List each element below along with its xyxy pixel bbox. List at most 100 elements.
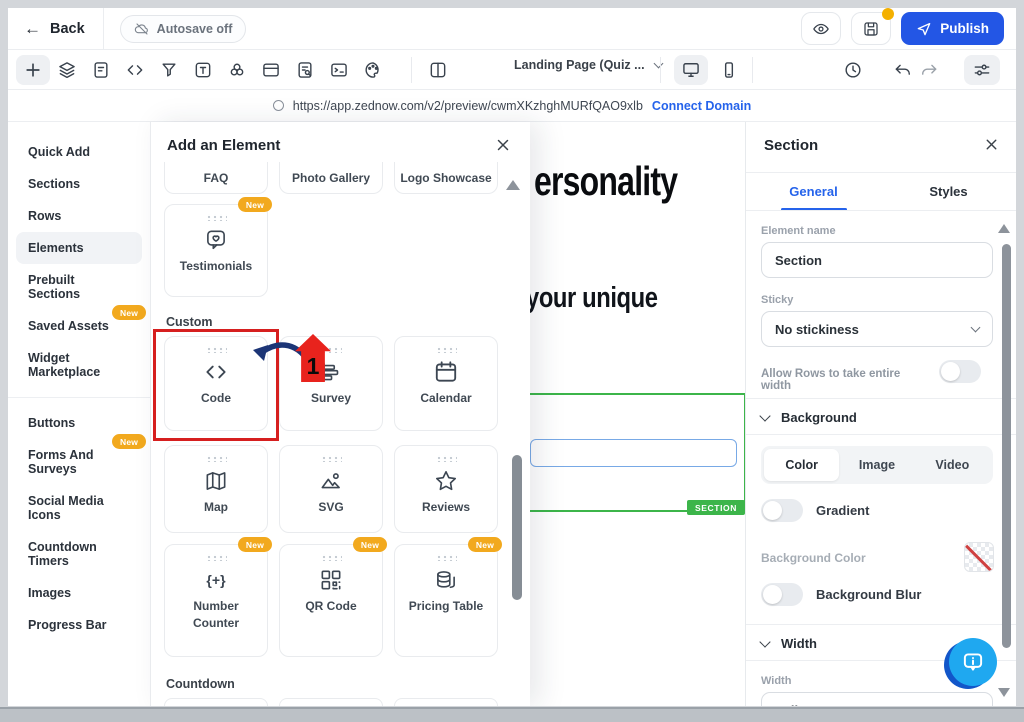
mobile-icon[interactable] (712, 55, 746, 85)
history-icon[interactable] (836, 55, 870, 85)
preview-button[interactable] (801, 12, 841, 45)
back-arrow-icon: ← (24, 19, 41, 39)
sidebar-item-label: Progress Bar (28, 618, 107, 632)
tab-general[interactable]: General (746, 176, 881, 210)
code-icon[interactable] (118, 55, 152, 85)
scroll-up-arrow[interactable] (998, 224, 1010, 233)
sidebar-item-rows[interactable]: Rows (16, 200, 142, 232)
background-tab-video[interactable]: Video (915, 449, 990, 481)
element-card-logo-showcase[interactable]: Logo Showcase (394, 162, 498, 194)
element-card-svg[interactable]: SVG (279, 445, 383, 533)
custom-section-label: Custom (166, 315, 213, 329)
sidebar-item-widget-marketplace[interactable]: Widget Marketplace (16, 342, 142, 388)
redo-icon[interactable] (912, 55, 946, 85)
publish-button[interactable]: Publish (901, 12, 1004, 45)
sidebar-item-progress-bar[interactable]: Progress Bar (16, 609, 142, 641)
close-icon[interactable] (494, 136, 512, 154)
card-icon[interactable] (254, 55, 288, 85)
width-section-header[interactable]: Width (761, 636, 817, 651)
chevron-down-icon (971, 323, 981, 333)
save-button[interactable] (851, 12, 891, 45)
sidebar-item-countdown-timers[interactable]: Countdown Timers (16, 531, 142, 577)
background-color-swatch[interactable] (964, 542, 994, 572)
page-selector-dropdown[interactable]: Landing Page (Quiz ... (514, 58, 664, 72)
new-badge: New (238, 537, 272, 552)
tab-styles[interactable]: Styles (881, 176, 1016, 210)
canvas-input-field[interactable] (530, 439, 737, 467)
width-select[interactable]: Full (761, 692, 993, 706)
element-card-qr-code[interactable]: QR CodeNew (279, 544, 383, 657)
drag-dots-icon (320, 554, 342, 561)
code-icon (203, 359, 229, 385)
element-card-survey[interactable]: Survey (279, 336, 383, 431)
page-canvas[interactable]: ersonality your unique SECTION (530, 122, 745, 706)
text-icon[interactable] (186, 55, 220, 85)
form-search-icon[interactable] (288, 55, 322, 85)
terminal-icon[interactable] (322, 55, 356, 85)
element-card-code[interactable]: Code (164, 336, 268, 431)
editor-toolbar: Landing Page (Quiz ... (8, 50, 1016, 90)
background-color-label: Background Color (761, 551, 866, 565)
sidebar-item-label: Sections (28, 177, 80, 191)
sidebar-item-forms-and-surveys[interactable]: Forms And SurveysNew (16, 439, 142, 485)
element-card-pricing-table[interactable]: Pricing TableNew (394, 544, 498, 657)
preview-url-bar: https://app.zednow.com/v2/preview/cwmXKz… (8, 90, 1016, 122)
autosave-toggle-pill[interactable]: Autosave off (120, 15, 247, 43)
drag-dots-icon (205, 214, 227, 221)
element-card-number-counter[interactable]: {+}Number CounterNew (164, 544, 268, 657)
sidebar-item-prebuilt-sections[interactable]: Prebuilt Sections (16, 264, 142, 310)
background-section-header[interactable]: Background (761, 410, 857, 425)
sidebar-item-label: Countdown Timers (28, 540, 97, 568)
element-cards-row: Map SVGReviews (164, 445, 498, 533)
columns-icon[interactable] (421, 55, 455, 85)
sidebar-item-saved-assets[interactable]: Saved AssetsNew (16, 310, 142, 342)
element-card-map[interactable]: Map (164, 445, 268, 533)
svg-icon (318, 468, 344, 494)
layers-icon[interactable] (50, 55, 84, 85)
element-card-faq[interactable]: FAQ (164, 162, 268, 194)
element-card-label: Map (176, 499, 256, 516)
sidebar-item-sections[interactable]: Sections (16, 168, 142, 200)
element-card-photo-gallery[interactable]: Photo Gallery (279, 162, 383, 194)
desktop-icon[interactable] (674, 55, 708, 85)
scroll-up-arrow[interactable] (506, 180, 520, 190)
help-chat-button[interactable] (944, 638, 998, 690)
palette-icon[interactable] (356, 55, 390, 85)
inspector-scrollbar-thumb[interactable] (1002, 244, 1011, 648)
sidebar-item-elements[interactable]: Elements (16, 232, 142, 264)
background-tab-color[interactable]: Color (764, 449, 839, 481)
testimonials-icon (203, 227, 229, 253)
element-name-input[interactable]: Section (761, 242, 993, 278)
sidebar-divider (8, 397, 150, 398)
back-button[interactable]: ← Back (8, 8, 103, 49)
funnel-icon[interactable] (152, 55, 186, 85)
sidebar-item-social-media-icons[interactable]: Social Media Icons (16, 485, 142, 531)
element-card-calendar[interactable]: Calendar (394, 336, 498, 431)
divider (746, 434, 1016, 435)
scroll-down-arrow[interactable] (998, 688, 1010, 697)
close-icon[interactable] (983, 136, 1000, 153)
sidebar-item-label: Social Media Icons (28, 494, 104, 522)
background-blur-toggle[interactable] (761, 583, 803, 606)
background-tab-image[interactable]: Image (839, 449, 914, 481)
divider (746, 210, 1016, 211)
shapes-icon[interactable] (220, 55, 254, 85)
gradient-toggle[interactable] (761, 499, 803, 522)
svg-text:{+}: {+} (206, 572, 226, 588)
allow-rows-toggle[interactable] (939, 360, 981, 383)
connect-domain-link[interactable]: Connect Domain (652, 99, 751, 113)
selected-section-outline[interactable] (530, 393, 745, 512)
unsaved-changes-dot (882, 8, 894, 20)
form-icon[interactable] (84, 55, 118, 85)
element-card-testimonials[interactable]: TestimonialsNew (164, 204, 268, 297)
sidebar-item-images[interactable]: Images (16, 577, 142, 609)
divider (746, 398, 1016, 399)
plus-icon[interactable] (16, 55, 50, 85)
sidebar-item-label: Widget Marketplace (28, 351, 100, 379)
sticky-select[interactable]: No stickiness (761, 311, 993, 347)
number-counter-icon: {+} (203, 567, 229, 593)
panel-scrollbar-thumb[interactable] (512, 455, 522, 600)
settings-sliders-icon[interactable] (964, 55, 1000, 85)
sidebar-item-quick-add[interactable]: Quick Add (16, 136, 142, 168)
element-card-reviews[interactable]: Reviews (394, 445, 498, 533)
